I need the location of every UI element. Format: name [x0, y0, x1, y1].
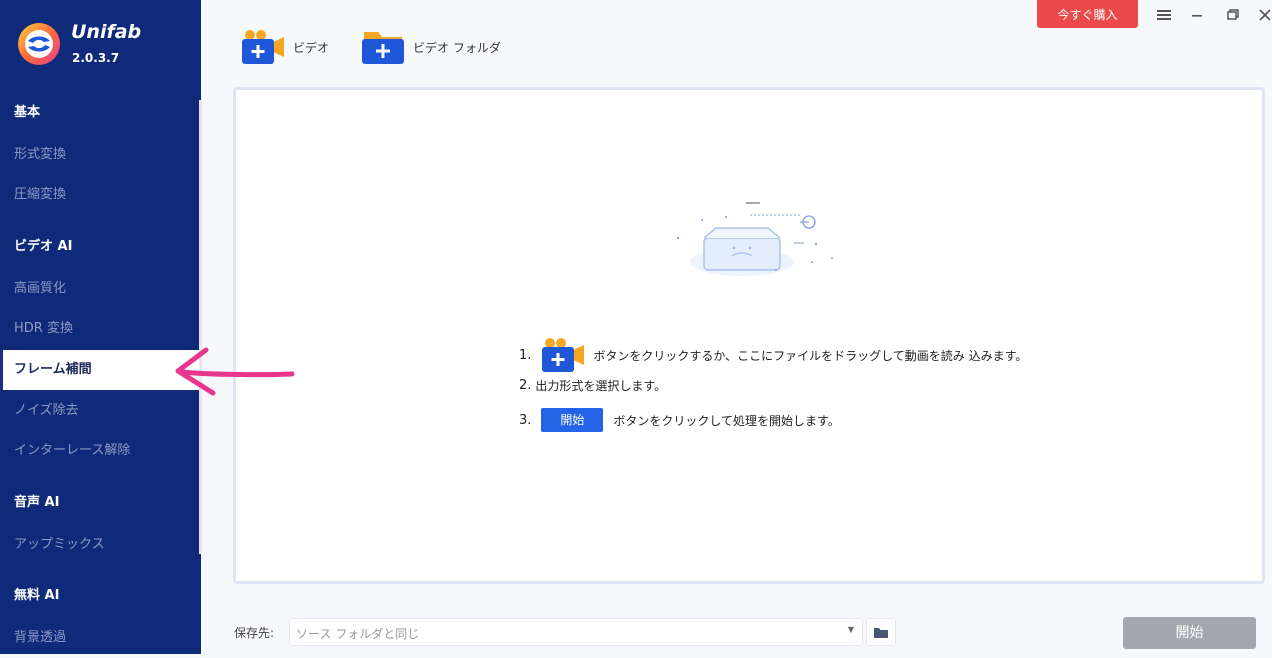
- empty-box-illustration: [676, 202, 833, 276]
- sidebar-item-compress[interactable]: 圧縮変換: [0, 175, 199, 215]
- save-location-value: ソース フォルダと同じ: [296, 627, 420, 641]
- step-3-text: ボタンをクリックして処理を開始します。: [613, 413, 840, 428]
- file-drop-area[interactable]: 1. ボタンをクリックするか、ここにファイルをドラッグして動画を読み 込みます。…: [233, 87, 1265, 584]
- save-location-label: 保存先:: [234, 626, 275, 640]
- sidebar-scrollbar[interactable]: [199, 100, 202, 554]
- add-folder-label: ビデオ フォルダ: [413, 40, 501, 55]
- sidebar-item-format-convert[interactable]: 形式変換: [0, 135, 199, 175]
- app-name: Unifab: [71, 21, 142, 43]
- section-video-ai: ビデオ AI: [14, 239, 73, 254]
- step-1: 1. ボタンをクリックするか、ここにファイルをドラッグして動画を読み 込みます。: [519, 337, 1027, 373]
- sidebar-item-upmix[interactable]: アップミックス: [0, 525, 199, 565]
- section-audio-ai: 音声 AI: [14, 495, 60, 510]
- section-basic: 基本: [14, 105, 41, 120]
- save-location-select[interactable]: ソース フォルダと同じ ▼: [289, 618, 863, 646]
- app-version: 2.0.3.7: [72, 51, 120, 65]
- step-3-start-button: 開始: [541, 408, 604, 432]
- step-1-number: 1.: [519, 347, 532, 363]
- menu-icon[interactable]: [1155, 6, 1173, 24]
- step-2: 2. 出力形式を選択します。: [519, 377, 666, 394]
- add-video-icon: [242, 30, 284, 64]
- sidebar-item-upscale[interactable]: 高画質化: [0, 269, 199, 309]
- step-3-number: 3.: [519, 412, 532, 428]
- section-free-ai: 無料 AI: [14, 588, 60, 603]
- sidebar-item-deinterlace[interactable]: インターレース解除: [0, 431, 199, 471]
- buy-now-button[interactable]: 今すぐ購入: [1037, 0, 1138, 28]
- minimize-icon[interactable]: [1188, 6, 1206, 24]
- add-folder-button[interactable]: ビデオ フォルダ: [361, 29, 501, 65]
- pointer-arrow-annotation: [175, 347, 295, 396]
- add-folder-icon: [362, 32, 404, 64]
- add-video-label: ビデオ: [293, 40, 330, 55]
- sidebar-item-background-removal[interactable]: 背景透過: [0, 618, 199, 658]
- sidebar: Unifab 2.0.3.7 基本 形式変換 圧縮変換 ビデオ AI 高画質化 …: [0, 0, 202, 654]
- add-video-inline-icon: [542, 338, 585, 372]
- folder-icon: [874, 627, 888, 638]
- close-icon[interactable]: [1256, 6, 1272, 24]
- step-2-text: 出力形式を選択します。: [535, 379, 667, 393]
- step-3: 3. 開始 ボタンをクリックして処理を開始します。: [519, 408, 840, 432]
- browse-folder-button[interactable]: [866, 618, 896, 646]
- chevron-down-icon: ▼: [847, 625, 854, 634]
- unifab-logo-icon: [18, 23, 60, 65]
- step-2-number: 2.: [519, 378, 532, 393]
- step-1-text: ボタンをクリックするか、ここにファイルをドラッグして動画を読み 込みます。: [593, 348, 1028, 363]
- start-button[interactable]: 開始: [1123, 617, 1256, 649]
- add-video-button[interactable]: ビデオ: [241, 29, 329, 65]
- restore-icon[interactable]: [1224, 6, 1242, 24]
